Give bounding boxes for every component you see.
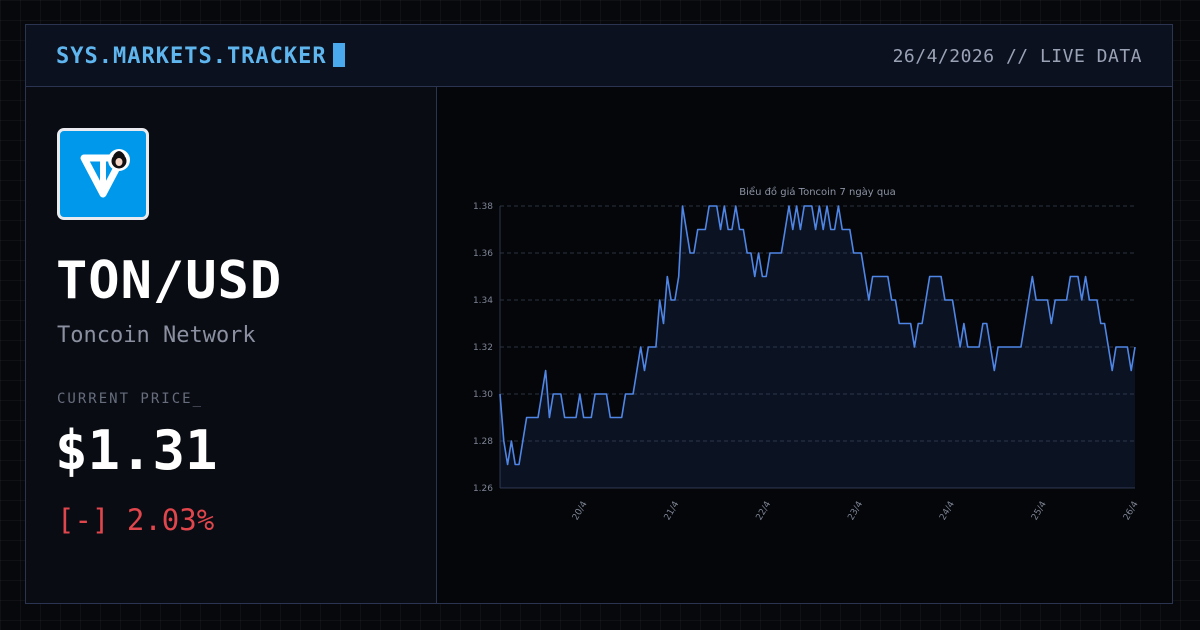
x-tick-label: 26/4 bbox=[1122, 500, 1141, 523]
chart-panel: Biểu đồ giá Toncoin 7 ngày qua 1.26 1.28 1.… bbox=[437, 87, 1172, 603]
x-tick-label: 21/4 bbox=[663, 500, 682, 523]
brand-text: SYS.MARKETS.TRACKER bbox=[56, 44, 327, 69]
pair-title: TON/USD bbox=[56, 251, 283, 311]
x-tick-label: 24/4 bbox=[938, 500, 957, 523]
y-tick-label: 1.38 bbox=[473, 202, 493, 212]
toncoin-logo-svg bbox=[80, 149, 130, 198]
y-tick-label: 1.26 bbox=[473, 484, 493, 494]
series-area bbox=[500, 206, 1135, 488]
change-sign: [-] bbox=[57, 503, 110, 537]
price-change: [-] 2.03% bbox=[57, 503, 214, 537]
x-tick-label: 25/4 bbox=[1030, 500, 1049, 523]
price-chart: Biểu đồ giá Toncoin 7 ngày qua 1.26 1.28 1.… bbox=[473, 185, 1141, 523]
y-tick-label: 1.36 bbox=[473, 249, 493, 259]
asset-panel: TON/USD Toncoin Network CURRENT PRICE_ $… bbox=[26, 87, 437, 603]
header-bar: SYS.MARKETS.TRACKER 26/4/2026 // LIVE DA… bbox=[26, 25, 1172, 87]
current-price: $1.31 bbox=[55, 419, 218, 482]
dashboard-card: SYS.MARKETS.TRACKER 26/4/2026 // LIVE DA… bbox=[25, 24, 1173, 604]
chart-title: Biểu đồ giá Toncoin 7 ngày qua bbox=[739, 185, 895, 198]
price-label: CURRENT PRICE_ bbox=[57, 391, 204, 407]
x-tick-label: 20/4 bbox=[571, 500, 590, 523]
y-tick-label: 1.28 bbox=[473, 437, 493, 447]
x-tick-label: 23/4 bbox=[846, 500, 865, 523]
network-name: Toncoin Network bbox=[57, 323, 256, 348]
y-tick-label: 1.34 bbox=[473, 296, 493, 306]
change-value: 2.03% bbox=[126, 503, 215, 537]
y-tick-label: 1.30 bbox=[473, 390, 493, 400]
x-tick-label: 22/4 bbox=[755, 500, 774, 523]
cursor-block-icon bbox=[332, 43, 345, 67]
live-status: 26/4/2026 // LIVE DATA bbox=[892, 46, 1142, 67]
brand-title: SYS.MARKETS.TRACKER bbox=[56, 43, 345, 69]
y-tick-label: 1.32 bbox=[473, 343, 493, 353]
toncoin-logo-icon bbox=[57, 128, 149, 220]
